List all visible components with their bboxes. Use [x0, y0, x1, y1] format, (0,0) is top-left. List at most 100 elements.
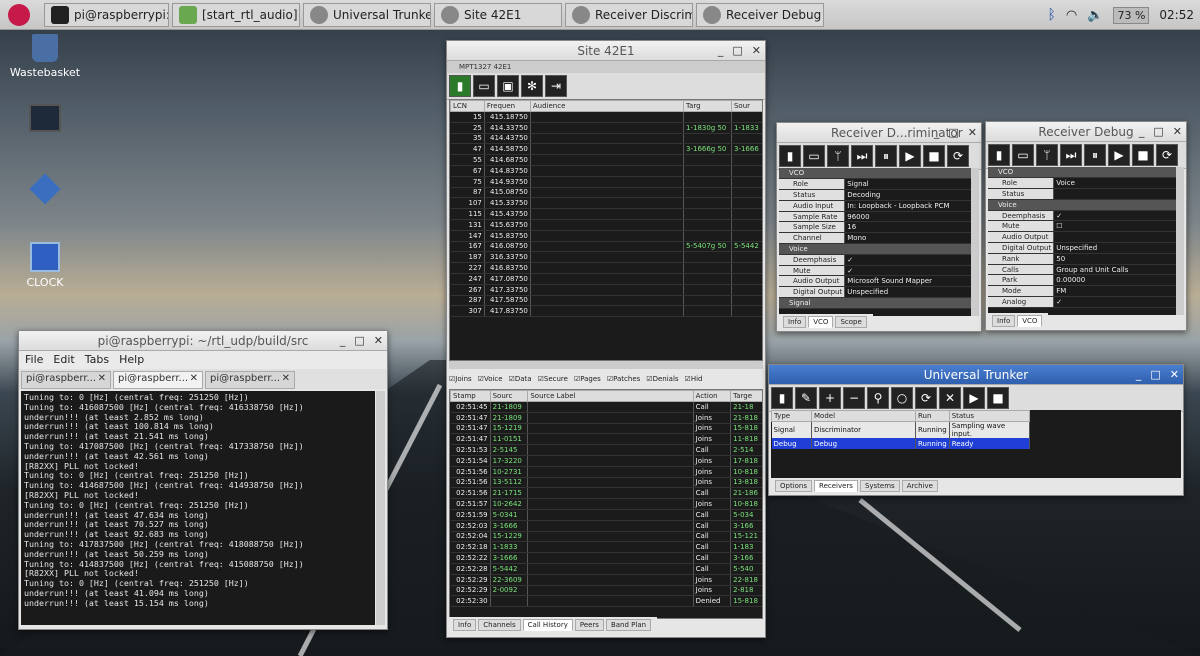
- table-row[interactable]: 02:51:54 17-3220 Joins 17-818: [450, 455, 762, 467]
- minimize-button[interactable]: _: [934, 123, 940, 143]
- raspberry-menu-icon[interactable]: [8, 3, 30, 26]
- debug-titlebar[interactable]: Receiver Debug _ □ ✕: [986, 122, 1186, 142]
- tab-item[interactable]: VCO: [808, 316, 834, 328]
- site-titlebar[interactable]: Site 42E1 _ □ ✕: [447, 41, 765, 61]
- table-row[interactable]: 147 415.83750: [450, 230, 762, 242]
- filter-checkbox[interactable]: ☑Hid: [685, 375, 703, 387]
- close-icon[interactable]: ✕: [282, 373, 290, 387]
- taskbar-site[interactable]: Site 42E1: [434, 2, 562, 27]
- stop-icon[interactable]: ■: [987, 387, 1009, 409]
- table-row[interactable]: 35 414.43750: [450, 133, 762, 145]
- filter-checkbox[interactable]: ☑Secure: [538, 375, 568, 387]
- col-model[interactable]: Model: [811, 410, 916, 422]
- terminal-tab-1[interactable]: pi@raspberr... ✕: [21, 371, 111, 389]
- filter-checkbox[interactable]: ☑Pages: [574, 375, 601, 387]
- table-row[interactable]: 247 417.08750: [450, 273, 762, 285]
- property-row[interactable]: Audio Output Microsoft Sound Mapper: [779, 275, 973, 288]
- cpu-usage[interactable]: 73 %: [1113, 6, 1150, 24]
- table-row[interactable]: 107 415.33750: [450, 197, 762, 210]
- antenna-icon[interactable]: ᛘ: [1036, 144, 1058, 166]
- col-source[interactable]: Sour: [730, 100, 762, 112]
- wastebasket-desktop-icon[interactable]: Wastebasket: [5, 34, 85, 79]
- filter-checkbox[interactable]: ☑Denials: [646, 375, 678, 387]
- record-icon[interactable]: ○: [891, 387, 913, 409]
- table-row[interactable]: 02:52:03 3-1666 Call 3-166: [450, 520, 762, 532]
- taskbar-discriminator[interactable]: Receiver Discriminator: [565, 2, 693, 27]
- maximize-button[interactable]: □: [354, 331, 364, 351]
- property-row[interactable]: VCO: [779, 168, 973, 180]
- discriminator-titlebar[interactable]: Receiver D...riminator _ □ ✕: [777, 123, 981, 143]
- table-row[interactable]: 15 415.18750: [450, 111, 762, 123]
- taskbar-script[interactable]: [start_rtl_audio]: [172, 2, 300, 27]
- receiver-row[interactable]: Debug Debug Running Ready: [771, 438, 1182, 449]
- col-lcn[interactable]: LCN: [450, 100, 485, 112]
- terminal-output[interactable]: Tuning to: 0 [Hz] (central freq: 251250 …: [21, 391, 375, 625]
- property-row[interactable]: Sample Rate 96000: [779, 211, 973, 223]
- table-row[interactable]: 02:51:56 13-5112 Joins 13-818: [450, 477, 762, 489]
- tab-item[interactable]: Call History: [522, 619, 573, 631]
- open-folder-icon[interactable]: ▭: [1012, 144, 1034, 166]
- col-frequency[interactable]: Frequen: [483, 100, 531, 112]
- col-audience[interactable]: Audience: [529, 100, 685, 112]
- minimize-button[interactable]: _: [340, 331, 346, 351]
- fast-forward-icon[interactable]: ⏭: [1060, 144, 1082, 166]
- receiver-icon[interactable]: ▮: [771, 387, 793, 409]
- table-row[interactable]: 02:52:30 Denied 15-818: [450, 595, 762, 608]
- open-folder-icon[interactable]: ▭: [473, 75, 495, 97]
- close-button[interactable]: ✕: [1170, 365, 1179, 385]
- delete-icon[interactable]: ✕: [939, 387, 961, 409]
- table-row[interactable]: 02:51:45 21-1809 Call 21-18: [450, 401, 762, 413]
- wifi-icon[interactable]: ◠: [1066, 8, 1077, 23]
- stop-icon[interactable]: ■: [1132, 144, 1154, 166]
- signal-meter-icon[interactable]: ▮: [449, 75, 471, 97]
- table-row[interactable]: 02:51:47 15-1219 Joins 15-818: [450, 423, 762, 435]
- app-desktop-icon[interactable]: [5, 172, 85, 205]
- loop-icon[interactable]: ⟳: [947, 145, 969, 167]
- property-row[interactable]: Calls Group and Unit Calls: [988, 264, 1178, 276]
- close-icon[interactable]: ✕: [98, 373, 106, 387]
- property-row[interactable]: Digital Output Unspecified: [988, 242, 1178, 254]
- receiver-row[interactable]: Signal Discriminator Running Sampling wave …: [771, 421, 1182, 438]
- settings-icon[interactable]: ✻: [521, 75, 543, 97]
- property-row[interactable]: Mute ✓: [779, 265, 973, 277]
- table-row[interactable]: 02:51:56 10-2731 Joins 10-818: [450, 466, 762, 478]
- table-row[interactable]: 02:51:47 21-1809 Joins 21-818: [450, 412, 762, 424]
- property-row[interactable]: Role Signal: [779, 178, 973, 191]
- col-target[interactable]: Targ: [683, 100, 732, 112]
- table-row[interactable]: 02:52:22 3-1666 Call 3-166: [450, 552, 762, 564]
- close-icon[interactable]: ✕: [190, 373, 198, 387]
- col-target-id[interactable]: Targe: [730, 390, 762, 402]
- table-row[interactable]: 02:52:18 1-1833 Call 1-183: [450, 541, 762, 554]
- property-row[interactable]: Rank 50: [988, 253, 1178, 265]
- table-row[interactable]: 55 414.68750: [450, 154, 762, 166]
- receiver-icon[interactable]: ▮: [779, 145, 801, 167]
- tab-item[interactable]: Systems: [859, 480, 900, 492]
- close-button[interactable]: ✕: [374, 331, 383, 351]
- save-icon[interactable]: ▣: [497, 75, 519, 97]
- col-run[interactable]: Run: [915, 410, 950, 422]
- filter-checkbox[interactable]: ☑Patches: [607, 375, 640, 387]
- maximize-button[interactable]: □: [948, 123, 958, 143]
- col-source-id[interactable]: Sourc: [489, 390, 529, 402]
- tune-icon[interactable]: ⚲: [867, 387, 889, 409]
- discriminator-scrollbar[interactable]: [971, 168, 979, 316]
- table-row[interactable]: 25 414.33750 1-1830g 50 1-1833: [450, 122, 762, 134]
- property-row[interactable]: Sample Size 16: [779, 221, 973, 234]
- col-type[interactable]: Type: [771, 410, 812, 422]
- clock[interactable]: 02:52: [1159, 8, 1194, 22]
- minimize-button[interactable]: _: [1139, 122, 1145, 142]
- tab-item[interactable]: Info: [783, 316, 807, 328]
- col-action[interactable]: Action: [692, 390, 732, 402]
- menu-file[interactable]: File: [25, 353, 43, 367]
- loop-icon[interactable]: ⟳: [915, 387, 937, 409]
- terminal-desktop-icon[interactable]: [5, 104, 85, 136]
- add-icon[interactable]: +: [819, 387, 841, 409]
- property-row[interactable]: Status: [988, 188, 1178, 200]
- tab-item[interactable]: Receivers: [814, 480, 858, 492]
- pause-icon[interactable]: ⏸: [875, 145, 897, 167]
- property-row[interactable]: VCO: [988, 167, 1178, 179]
- table-row[interactable]: 02:52:29 22-3609 Joins 22-818: [450, 574, 762, 586]
- fast-forward-icon[interactable]: ⏭: [851, 145, 873, 167]
- property-row[interactable]: Deemphasis ✓: [779, 254, 973, 266]
- filter-checkbox[interactable]: ☑Voice: [478, 375, 503, 387]
